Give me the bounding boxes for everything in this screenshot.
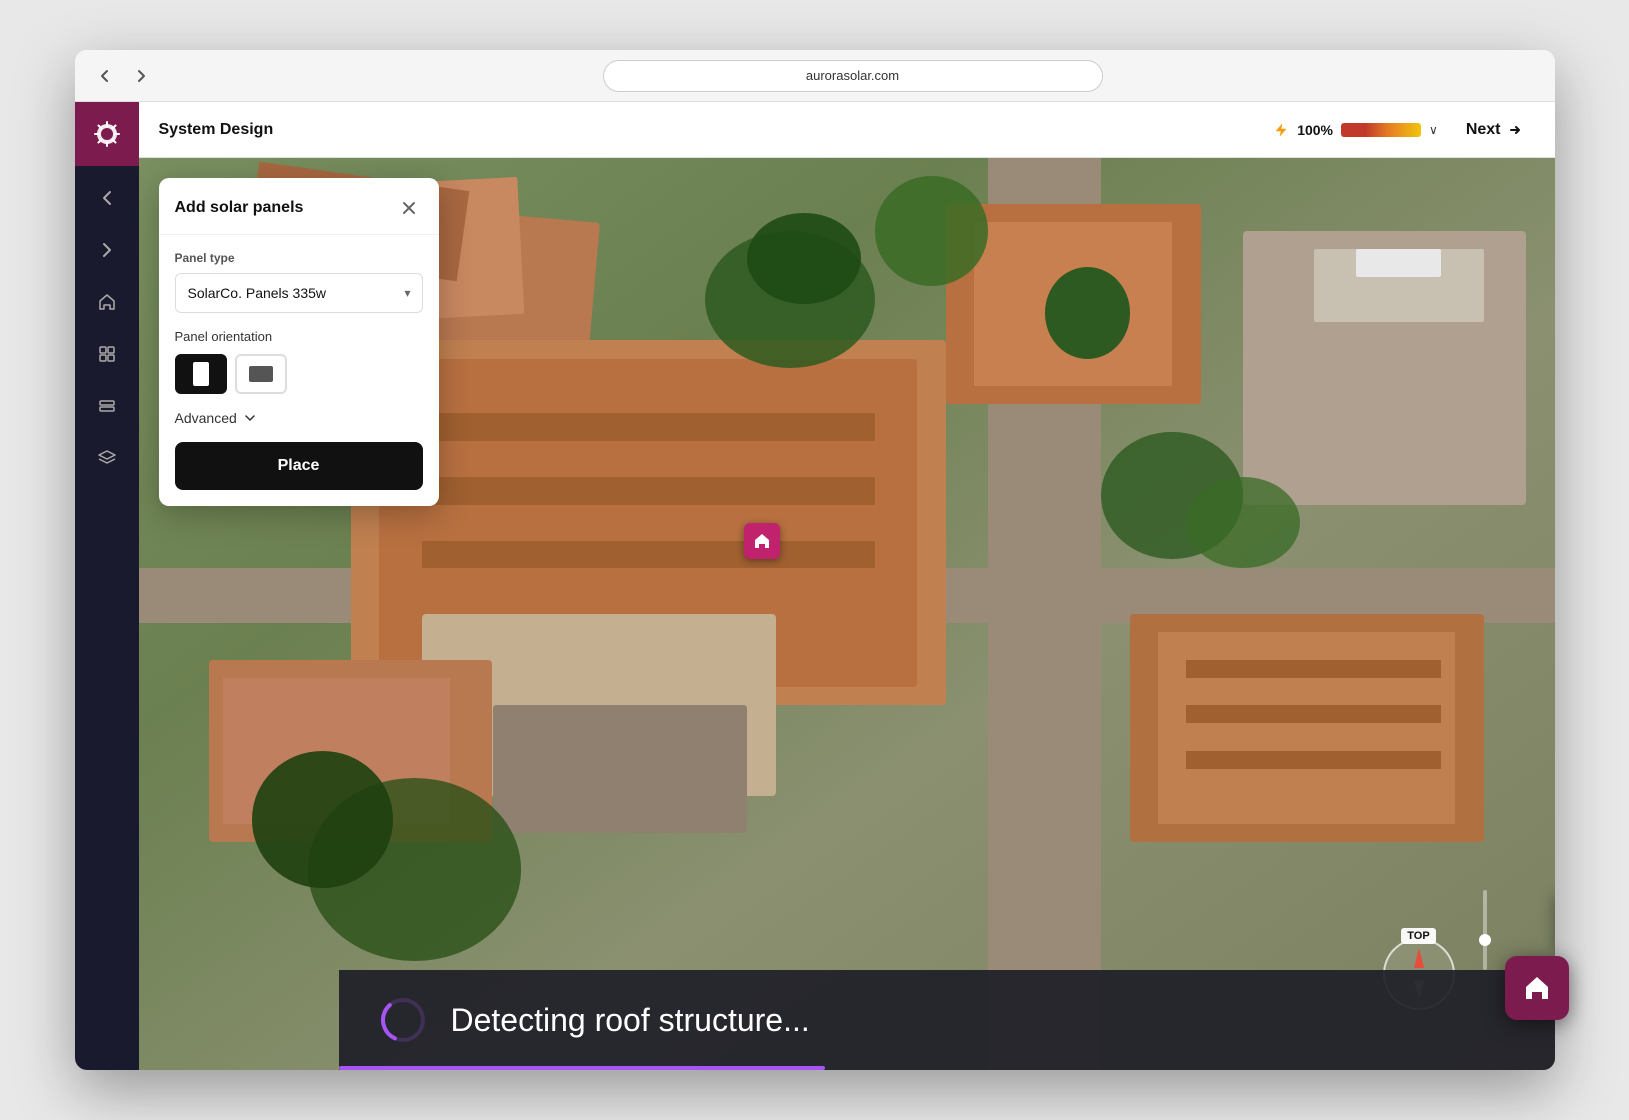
loading-overlay: Detecting roof structure...: [339, 970, 1555, 1070]
zoom-slider-thumb[interactable]: [1479, 934, 1491, 946]
page-title: System Design: [159, 121, 1274, 139]
modal-title: Add solar panels: [175, 199, 304, 217]
orientation-landscape-button[interactable]: [235, 354, 287, 394]
tree-4b: [252, 751, 394, 888]
browser-nav-buttons: [91, 62, 155, 90]
loading-spinner: [379, 996, 427, 1044]
top-bar: System Design 100% ∨ Next: [139, 102, 1555, 158]
sidebar-logo: [75, 102, 139, 166]
sidebar-icons: [83, 166, 131, 1070]
orientation-label: Panel orientation: [175, 329, 423, 344]
tree-1b: [747, 213, 860, 304]
advanced-chevron-icon: [243, 411, 257, 425]
advanced-label: Advanced: [175, 410, 237, 426]
external-home-button[interactable]: [1505, 956, 1569, 1020]
landscape-icon: [249, 366, 273, 382]
next-label: Next: [1466, 121, 1501, 139]
browser-forward-button[interactable]: [127, 62, 155, 90]
panel-type-select[interactable]: SolarCo. Panels 335w SolarCo. Panels 400…: [175, 273, 423, 313]
tree-6: [1186, 477, 1299, 568]
close-icon: [401, 200, 417, 216]
annex-1: [493, 705, 748, 833]
energy-dropdown-button[interactable]: ∨: [1429, 123, 1438, 137]
map-home-marker[interactable]: [744, 523, 780, 559]
browser-back-button[interactable]: [91, 62, 119, 90]
logo-icon: [91, 118, 123, 150]
orientation-buttons: [175, 354, 423, 394]
orientation-section: Panel orientation: [175, 329, 423, 394]
top-bar-right: 100% ∨ Next: [1273, 113, 1534, 147]
sidebar-home-button[interactable]: [83, 278, 131, 326]
tree-5: [1045, 267, 1130, 358]
compass-top-label: TOP: [1401, 928, 1435, 944]
next-arrow-icon: [1507, 122, 1523, 138]
sidebar-back-button[interactable]: [83, 174, 131, 222]
roof-ridge-r2: [1186, 705, 1441, 723]
next-button[interactable]: Next: [1454, 113, 1535, 147]
energy-bar: [1341, 123, 1421, 137]
panel-type-label: Panel type: [175, 251, 423, 265]
roof-ridge-3: [422, 541, 875, 568]
external-home-icon: [1521, 972, 1553, 1004]
vehicle-white: [1356, 249, 1441, 276]
browser-chrome: aurorasolar.com: [75, 50, 1555, 102]
sidebar-grid-button[interactable]: [83, 330, 131, 378]
main-area: System Design 100% ∨ Next: [139, 102, 1555, 1070]
advanced-section: Advanced: [175, 410, 423, 426]
sidebar-layers-button[interactable]: [83, 434, 131, 482]
roof-ridge-r1: [1186, 660, 1441, 678]
modal-close-button[interactable]: [395, 194, 423, 222]
lightning-icon: [1273, 122, 1289, 138]
browser-address-bar[interactable]: aurorasolar.com: [603, 60, 1103, 92]
loading-text: Detecting roof structure...: [451, 1002, 810, 1039]
roof-ridge-1: [422, 413, 875, 440]
home-marker-icon: [752, 531, 772, 551]
roof-ridge-r3: [1186, 751, 1441, 769]
app-layout: System Design 100% ∨ Next: [75, 102, 1555, 1070]
modal-header: Add solar panels: [159, 178, 439, 235]
modal-body: Panel type SolarCo. Panels 335w SolarCo.…: [159, 235, 439, 506]
panel-type-select-wrapper: SolarCo. Panels 335w SolarCo. Panels 400…: [175, 273, 423, 313]
map-container: TOP Add solar panels: [139, 158, 1555, 1070]
loading-progress-bar: [339, 1066, 825, 1070]
zoom-slider[interactable]: [1483, 890, 1487, 970]
sidebar: [75, 102, 139, 1070]
portrait-icon: [193, 362, 209, 386]
browser-window: aurorasolar.com: [75, 50, 1555, 1070]
energy-percent: 100%: [1297, 122, 1333, 138]
url-text: aurorasolar.com: [806, 68, 899, 83]
add-solar-panels-modal: Add solar panels Panel type SolarCo. Pan…: [159, 178, 439, 506]
roof-ridge-2: [422, 477, 875, 504]
sidebar-forward-button[interactable]: [83, 226, 131, 274]
tree-3: [875, 176, 988, 285]
sidebar-panels-button[interactable]: [83, 382, 131, 430]
place-button[interactable]: Place: [175, 442, 423, 490]
advanced-toggle-button[interactable]: Advanced: [175, 410, 257, 426]
orientation-portrait-button[interactable]: [175, 354, 227, 394]
energy-indicator: 100% ∨: [1273, 122, 1438, 138]
spinner-svg: [379, 996, 427, 1044]
compass-north-arrow: [1414, 948, 1424, 968]
